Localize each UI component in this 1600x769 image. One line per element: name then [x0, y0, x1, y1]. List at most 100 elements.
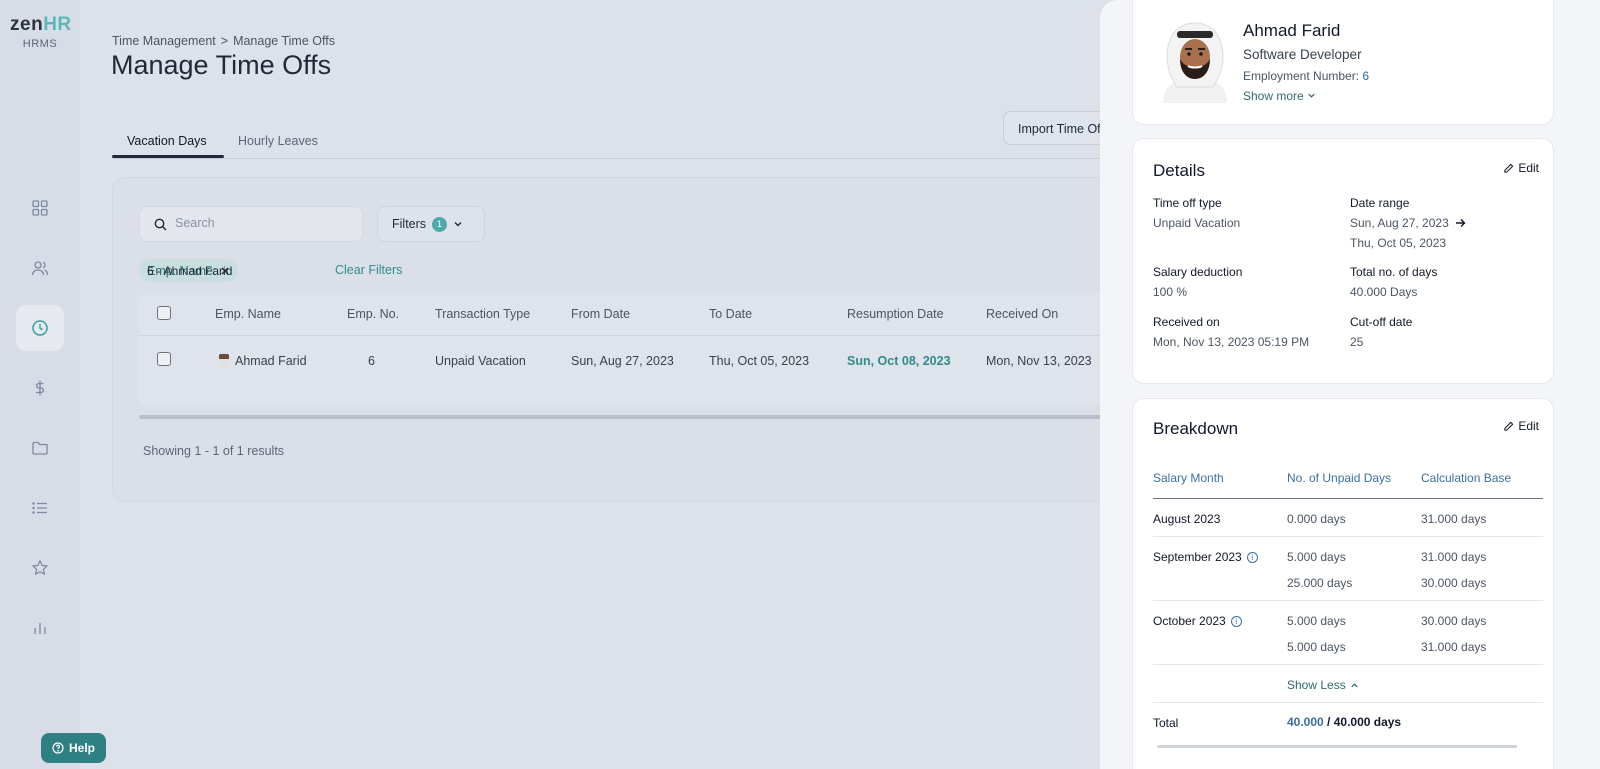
total-separator: /: [1323, 715, 1334, 729]
employee-profile-card: Ahmad Farid Software Developer Employmen…: [1132, 0, 1554, 125]
nav-reports[interactable]: [16, 605, 64, 651]
show-less-link[interactable]: Show Less: [1287, 678, 1359, 692]
time-offs-card: Filters 1 Emp. Name: 6 - Ahmad Farid Cle…: [112, 177, 1113, 502]
row-checkbox[interactable]: [157, 352, 171, 366]
unpaid-days-cell: 5.000 days: [1287, 614, 1346, 628]
filters-count-badge: 1: [432, 216, 448, 232]
logo-accent: HR: [43, 14, 72, 35]
employee-name: Ahmad Farid: [235, 354, 307, 368]
date-from-value: Sun, Aug 27, 2023: [1350, 216, 1449, 230]
time-off-type-label: Time off type: [1153, 196, 1222, 210]
breakdown-month: August 2023: [1153, 512, 1220, 526]
resumption-date-cell: Sun, Oct 08, 2023: [847, 354, 951, 368]
employee-name-cell[interactable]: Ahmad Farid: [219, 354, 307, 368]
column-header[interactable]: Emp. No.: [347, 307, 399, 321]
clear-filters-link[interactable]: Clear Filters: [335, 263, 402, 277]
row-divider: [1153, 702, 1543, 703]
search-box[interactable]: [139, 206, 363, 242]
nav-favorites[interactable]: [16, 545, 64, 591]
pencil-icon: [1504, 163, 1514, 173]
nav-payroll[interactable]: [16, 365, 64, 411]
show-less-label: Show Less: [1287, 678, 1346, 692]
breadcrumb-separator: >: [220, 34, 229, 48]
chevron-up-icon: [1351, 682, 1358, 687]
calculation-base-cell: 31.000 days: [1421, 640, 1487, 654]
details-edit-button[interactable]: Edit: [1503, 161, 1539, 175]
star-icon: [31, 559, 49, 576]
help-button[interactable]: Help: [41, 733, 106, 763]
nav-dashboard[interactable]: [16, 185, 64, 231]
employment-number-value: 6: [1362, 69, 1370, 83]
column-header[interactable]: Transaction Type: [435, 307, 530, 321]
active-filter-chip: Emp. Name: 6 - Ahmad Farid: [139, 259, 239, 282]
month-label: August 2023: [1153, 512, 1221, 526]
total-calculation-days: 40.000 days: [1333, 715, 1402, 729]
column-header[interactable]: Resumption Date: [847, 307, 944, 321]
calculation-base-cell: 30.000 days: [1421, 576, 1487, 590]
sidebar: zenHR HRMS Help: [0, 0, 106, 769]
select-all-checkbox[interactable]: [157, 306, 171, 320]
horizontal-scrollbar[interactable]: [139, 415, 1113, 419]
cutoff-date-value: 25: [1350, 335, 1364, 349]
filters-button[interactable]: Filters 1: [377, 206, 485, 242]
unpaid-days-cell: 0.000 days: [1287, 512, 1346, 526]
active-tab-indicator: [112, 155, 224, 158]
app-logo[interactable]: zenHR HRMS: [10, 14, 72, 50]
folder-icon: [32, 441, 48, 455]
month-label: October 2023: [1153, 614, 1226, 628]
received-on-label: Received on: [1153, 315, 1220, 329]
grid-icon: [32, 200, 48, 216]
tab-vacation-days[interactable]: Vacation Days: [127, 134, 207, 148]
employee-avatar: [1163, 22, 1227, 103]
column-header: No. of Unpaid Days: [1287, 471, 1392, 485]
breadcrumb-parent[interactable]: Time Management: [112, 34, 216, 48]
column-header[interactable]: Emp. Name: [215, 307, 281, 321]
breadcrumb: Time Management > Manage Time Offs: [112, 34, 335, 48]
unpaid-days-cell: 5.000 days: [1287, 550, 1346, 564]
employment-number-label: Employment Number:: [1243, 69, 1360, 83]
breakdown-card: Breakdown Edit Salary Month No. of Unpai…: [1132, 398, 1554, 769]
nav-lists[interactable]: [16, 485, 64, 531]
total-value: 40.000 / 40.000 days: [1287, 715, 1401, 729]
info-icon[interactable]: i: [1230, 615, 1242, 627]
show-more-link[interactable]: Show more: [1243, 89, 1316, 103]
breakdown-title: Breakdown: [1153, 419, 1239, 438]
logo-text: zen: [10, 14, 44, 35]
edit-label: Edit: [1518, 419, 1539, 433]
unpaid-days-cell: 5.000 days: [1287, 640, 1346, 654]
column-header[interactable]: To Date: [709, 307, 752, 321]
nav-employees[interactable]: [16, 245, 64, 291]
bar-chart-icon: [34, 623, 46, 634]
column-header[interactable]: Received On: [986, 307, 1058, 321]
filter-value: 6 - Ahmad Farid: [147, 263, 233, 278]
received-on-value: Mon, Nov 13, 2023 05:19 PM: [1153, 335, 1310, 349]
import-time-offs-button[interactable]: Import Time Offs: [1003, 111, 1113, 145]
row-divider: [1153, 664, 1543, 665]
employee-role: Software Developer: [1243, 47, 1362, 62]
total-label: Total: [1153, 716, 1179, 730]
table-header: Emp. Name Emp. No. Transaction Type From…: [139, 293, 1113, 336]
row-divider: [1153, 600, 1543, 601]
nav-time-management[interactable]: [16, 305, 64, 351]
breadcrumb-current: Manage Time Offs: [233, 34, 335, 48]
transaction-type-cell: Unpaid Vacation: [435, 354, 526, 368]
info-icon[interactable]: i: [1246, 551, 1258, 563]
show-more-label: Show more: [1243, 89, 1304, 103]
month-label: September 2023: [1153, 550, 1242, 564]
total-unpaid-days: 40.000: [1287, 715, 1324, 729]
received-on-cell: Mon, Nov 13, 2023: [986, 354, 1092, 368]
details-title: Details: [1153, 161, 1205, 180]
column-header: Calculation Base: [1421, 471, 1512, 485]
time-offs-table: Emp. Name Emp. No. Transaction Type From…: [139, 293, 1113, 405]
arrow-right-icon: [1455, 219, 1466, 227]
dollar-icon: [36, 380, 44, 396]
breakdown-edit-button[interactable]: Edit: [1503, 419, 1539, 433]
tab-hourly-leaves[interactable]: Hourly Leaves: [238, 134, 318, 148]
breakdown-scrollbar[interactable]: [1157, 745, 1517, 748]
column-header[interactable]: From Date: [571, 307, 630, 321]
chevron-down-icon: [454, 222, 462, 227]
search-input[interactable]: [175, 216, 355, 230]
cutoff-date-label: Cut-off date: [1350, 315, 1413, 329]
nav-documents[interactable]: [16, 425, 64, 471]
salary-deduction-label: Salary deduction: [1153, 265, 1243, 279]
